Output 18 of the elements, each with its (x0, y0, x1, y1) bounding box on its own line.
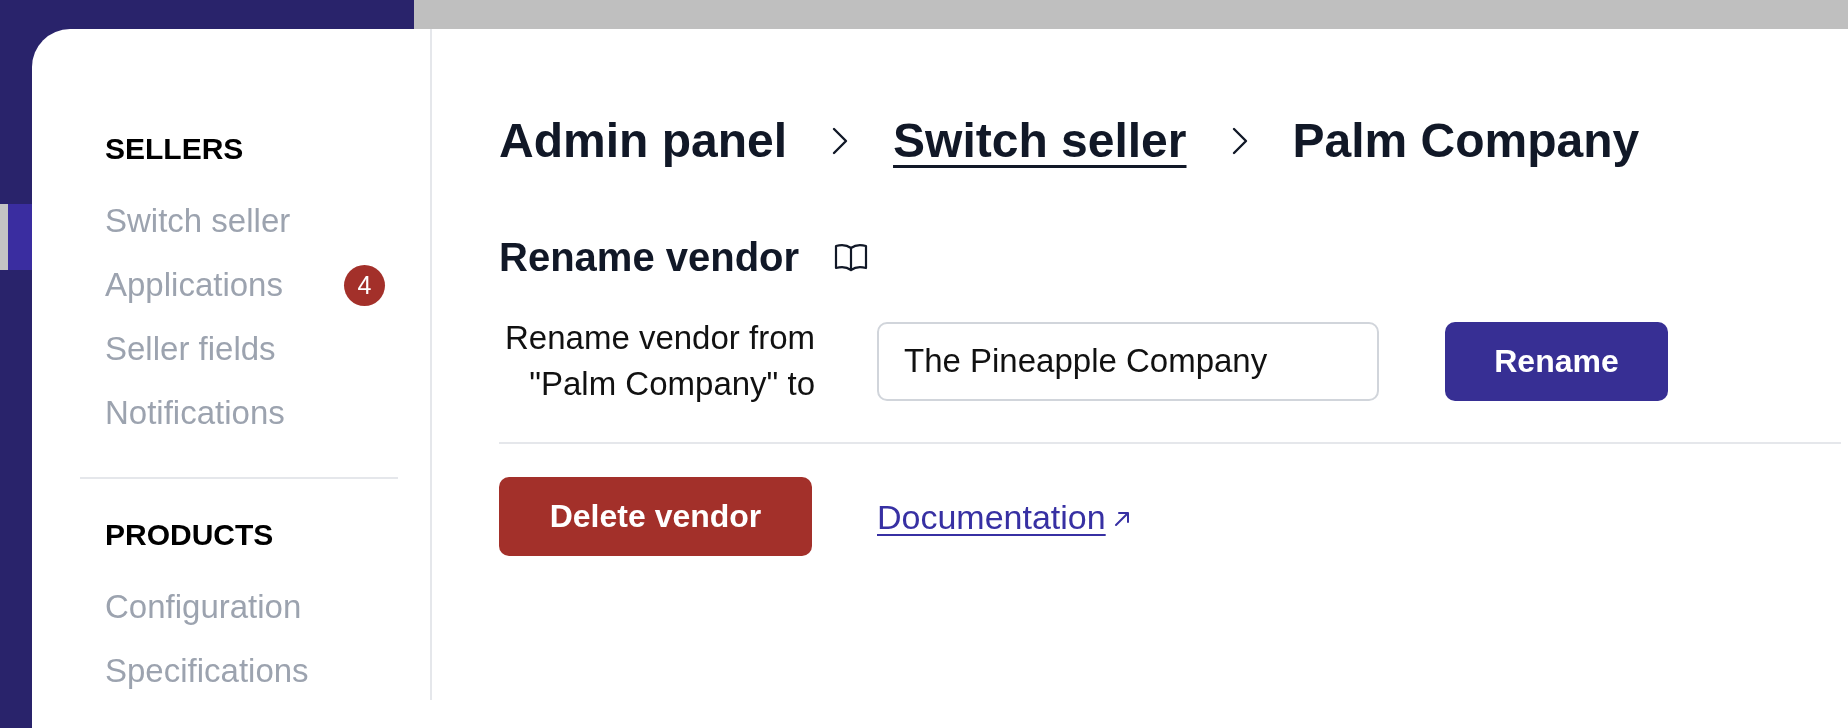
documentation-link[interactable]: Documentation (877, 495, 1131, 538)
external-link-icon (1112, 509, 1131, 528)
rename-button[interactable]: Rename (1445, 321, 1668, 401)
section-heading: SELLERS (105, 131, 244, 167)
breadcrumb-link[interactable]: Switch seller (893, 112, 1187, 170)
vendor-name-input[interactable]: The Pineapple Company (877, 321, 1379, 401)
sidebar-item[interactable]: Applications 4 (105, 253, 385, 317)
chevron-icon (832, 127, 849, 155)
section-title: Rename vendor (499, 234, 800, 281)
field-label: Rename vendor from "Palm Company" to (504, 318, 815, 404)
chevron-icon (1231, 127, 1248, 155)
section-heading: PRODUCTS (105, 517, 274, 553)
book-icon[interactable] (834, 242, 869, 272)
nav-indicator (0, 204, 32, 270)
breadcrumb-item: Palm Company (1292, 113, 1640, 169)
count-badge: 4 (344, 264, 385, 306)
breadcrumb-item: Admin panel (499, 113, 788, 169)
delete-vendor-button[interactable]: Delete vendor (499, 477, 812, 556)
